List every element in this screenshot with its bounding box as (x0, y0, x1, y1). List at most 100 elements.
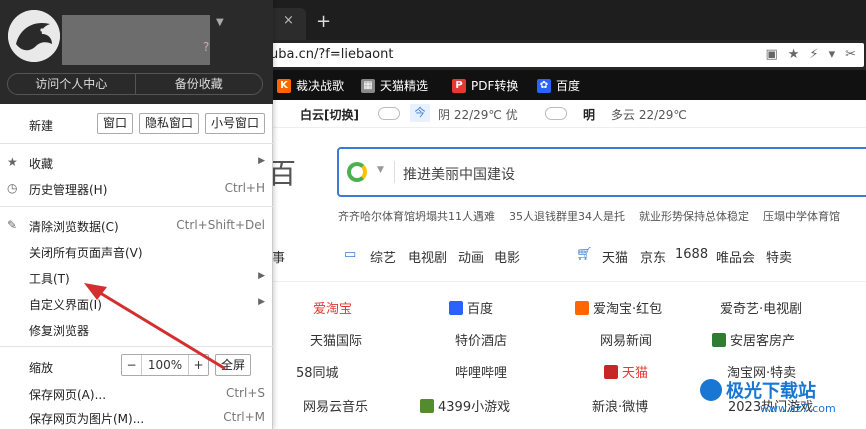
shortcut-text: Ctrl+S (225, 386, 265, 400)
username-blurred (62, 15, 210, 65)
username-suffix: ? (203, 40, 210, 54)
menu-item-history[interactable]: ◷ 历史管理器(H) Ctrl+H (0, 177, 273, 199)
bookmark-label: 百度 (556, 79, 581, 93)
url-field[interactable]: uba.cn/?f=liebaont ▣ ★ ⚡ ▾ ✂ (264, 43, 864, 67)
category-item[interactable]: 京东 (640, 247, 666, 266)
site-link[interactable]: 4399小游戏 (420, 396, 510, 415)
cloud-icon (378, 106, 400, 120)
site-link[interactable]: 哔哩哔哩 (455, 362, 507, 381)
menu-item-label: 收藏 (29, 157, 54, 171)
image-icon[interactable]: ▣ (765, 47, 777, 62)
tab-close-icon[interactable]: × (283, 13, 294, 28)
news-item[interactable]: 压塌中学体育馆 (763, 208, 840, 224)
baidu-icon (449, 300, 463, 315)
submenu-arrow-icon: ▶ (258, 156, 265, 166)
bookmark-item[interactable]: ▦ 天猫精选 (361, 77, 428, 94)
site-link[interactable]: 58同城 (296, 362, 339, 381)
menu-item-favorites[interactable]: ★ 收藏 ▶ (0, 151, 273, 173)
today-badge: 今 (410, 104, 430, 122)
search-engine-icon[interactable] (347, 162, 367, 182)
menu-item-repair[interactable]: 修复浏览器 (0, 318, 273, 340)
category-item[interactable]: 唯品会 (716, 247, 755, 266)
bookmark-item[interactable]: K 裁决战歌 (277, 77, 344, 94)
divider (394, 161, 395, 183)
news-item[interactable]: 就业形势保持总体稳定 (639, 208, 749, 224)
submenu-arrow-icon: ▶ (258, 271, 265, 281)
menu-item-label: 保存网页为图片(M)... (29, 412, 145, 426)
bookmark-baidu-icon: ✿ (537, 78, 551, 93)
new-window-button[interactable]: 窗口 (97, 113, 133, 134)
backup-bookmarks-button[interactable]: 备份收藏 (134, 74, 263, 94)
chevron-down-icon[interactable]: ▾ (829, 47, 836, 62)
category-item[interactable]: 电影 (494, 247, 520, 266)
star-icon: ★ (7, 155, 18, 169)
sun-cloud-icon (545, 106, 567, 120)
menu-item-mute-all[interactable]: 关闭所有页面声音(V) (0, 240, 273, 262)
site-link[interactable]: 网易云音乐 (303, 396, 368, 415)
category-item[interactable]: 特卖 (766, 247, 792, 266)
news-item[interactable]: 35人退钱群里34人是托 (509, 208, 625, 224)
weather-tomorrow: 多云 22/29℃ (611, 108, 687, 122)
menu-item-save-image[interactable]: 保存网页为图片(M)... Ctrl+M (0, 406, 273, 428)
category-item[interactable]: 1688 (675, 247, 708, 262)
site-link[interactable]: 百度 (449, 298, 493, 317)
site-link[interactable]: 特价酒店 (455, 330, 507, 349)
bookmark-tmall-icon: ▦ (361, 78, 375, 93)
star-icon[interactable]: ★ (788, 47, 800, 62)
zoom-control: − 100% + (121, 354, 209, 376)
account-tabs: 访问个人中心 备份收藏 (7, 73, 263, 95)
url-text: uba.cn/?f=liebaont (270, 47, 394, 62)
shortcut-text: Ctrl+Shift+Del (176, 218, 265, 232)
site-link[interactable]: 爱淘宝 (313, 298, 352, 317)
menu-item-label: 清除浏览数据(C) (29, 220, 119, 234)
new-tab-icon[interactable]: + (316, 11, 331, 32)
zoom-in-button[interactable]: + (188, 355, 208, 375)
menu-item-clear-data[interactable]: ✎ 清除浏览数据(C) Ctrl+Shift+Del (0, 214, 273, 236)
new-small-window-button[interactable]: 小号窗口 (205, 113, 265, 134)
category-item[interactable]: 综艺 (370, 247, 396, 266)
avatar[interactable] (8, 10, 60, 62)
zoom-out-button[interactable]: − (122, 355, 142, 375)
site-link[interactable]: 安居客房产 (712, 330, 795, 349)
weather-location[interactable]: 白云[切换] (300, 106, 359, 123)
menu-item-label: 关闭所有页面声音(V) (29, 246, 143, 260)
site-link[interactable]: 新浪·微博 (592, 396, 648, 415)
site-link[interactable]: 天猫 (604, 362, 648, 381)
category-item[interactable]: 电视剧 (408, 247, 447, 266)
menu-item-tools[interactable]: 工具(T) ▶ (0, 266, 273, 288)
menu-divider (0, 346, 273, 347)
menu-divider (0, 143, 273, 144)
tmall-icon (604, 364, 618, 379)
category-item[interactable]: 事 (272, 247, 285, 266)
menu-item-label: 自定义界面(I) (29, 298, 102, 312)
account-header: ? ▼ 访问个人中心 备份收藏 (0, 0, 273, 104)
bookmark-pdf-icon: P (452, 78, 466, 93)
bookmark-item[interactable]: P PDF转换 (452, 77, 518, 94)
menu-item-label: 工具(T) (29, 272, 70, 286)
new-label: 新建 (29, 119, 54, 133)
chevron-down-icon[interactable]: ▼ (377, 165, 384, 175)
cheetah-logo-icon (8, 10, 60, 62)
site-link[interactable]: 爱奇艺·电视剧 (720, 298, 802, 317)
site-link[interactable]: 爱淘宝·红包 (575, 298, 662, 317)
site-link[interactable]: 天猫国际 (310, 330, 362, 349)
category-item[interactable]: 动画 (458, 247, 484, 266)
site-link[interactable]: 网易新闻 (600, 330, 652, 349)
watermark-icon (700, 379, 722, 401)
chevron-down-icon[interactable]: ▼ (216, 17, 224, 28)
menu-item-customize[interactable]: 自定义界面(I) ▶ (0, 292, 273, 314)
bookmark-item[interactable]: ✿ 百度 (537, 77, 580, 94)
new-private-window-button[interactable]: 隐私窗口 (139, 113, 199, 134)
fullscreen-button[interactable]: 全屏 (215, 354, 251, 376)
cart-icon: 🛒︎ (576, 247, 593, 262)
bookmark-label: 裁决战歌 (296, 79, 345, 93)
search-input[interactable]: 推进美丽中国建设 (403, 164, 515, 184)
news-item[interactable]: 齐齐哈尔体育馆坍塌共11人遇难 (338, 208, 495, 224)
category-item[interactable]: 天猫 (602, 247, 628, 266)
menu-item-save-page[interactable]: 保存网页(A)... Ctrl+S (0, 382, 273, 404)
shortcut-text: Ctrl+H (224, 181, 265, 195)
category-row: 事 ▭ 综艺 电视剧 动画 电影 🛒︎ 天猫 京东 1688 唯品会 特卖 (270, 244, 866, 268)
scissors-icon[interactable]: ✂ (845, 47, 856, 62)
visit-profile-button[interactable]: 访问个人中心 (8, 74, 135, 94)
lightning-icon[interactable]: ⚡ (809, 47, 818, 62)
